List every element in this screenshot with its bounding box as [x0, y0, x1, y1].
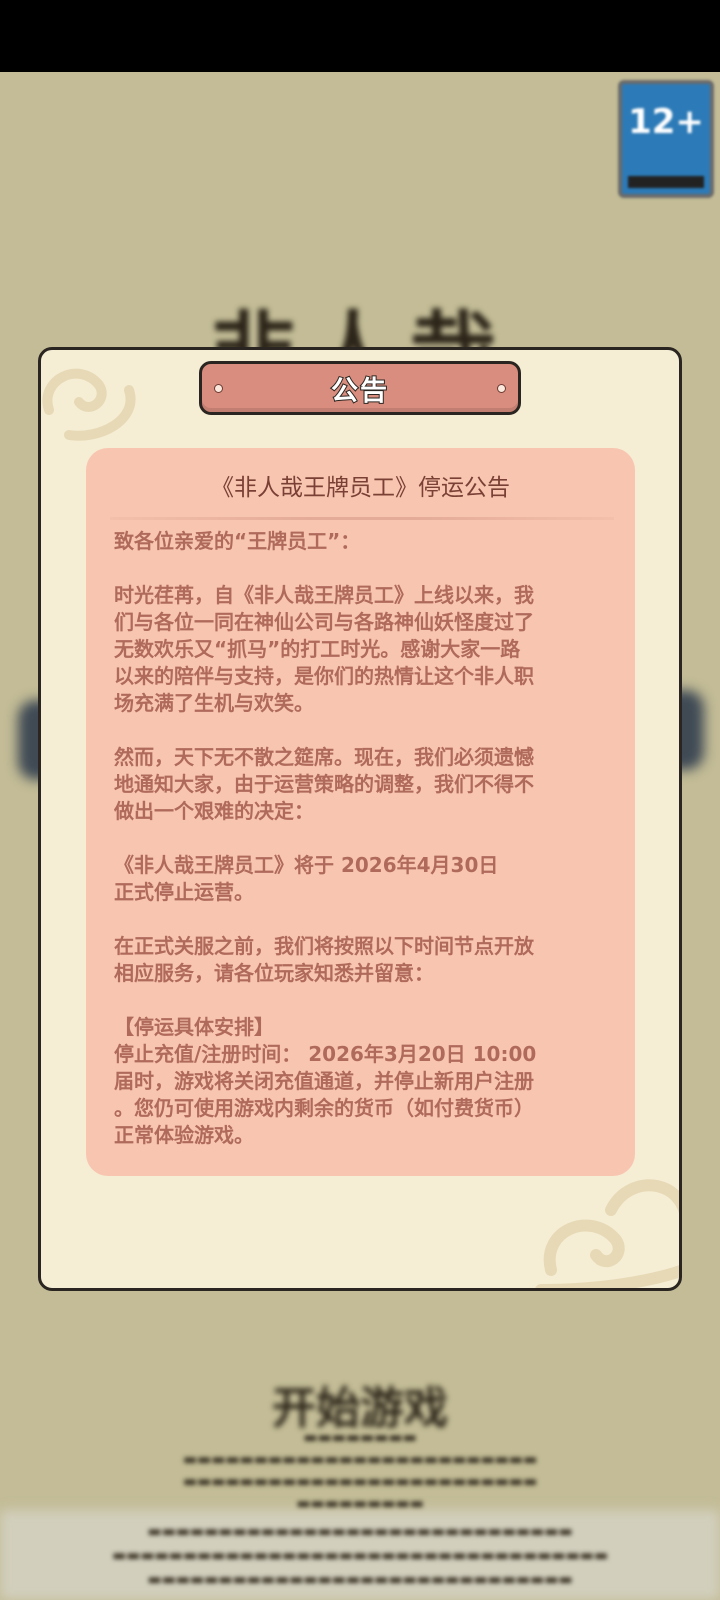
notice-line: 。您仍可使用游戏内剩余的货币（如付费货币）	[114, 1096, 534, 1120]
notice-line: 正常体验游戏。	[114, 1123, 254, 1147]
notice-paragraph: 《非人哉王牌员工》将于 2026年4月30日 正式停止运营。	[114, 852, 609, 906]
notice-line: 做出一个艰难的决定：	[114, 799, 314, 823]
age-rating-footer	[628, 176, 704, 188]
heading-divider	[110, 517, 614, 520]
notice-line: 在正式关服之前，我们将按照以下时间节点开放	[114, 934, 534, 958]
banner-rivet-icon	[497, 384, 506, 393]
notice-line: 然而，天下无不散之筵席。现在，我们必须遗憾	[114, 745, 534, 769]
age-rating-badge: 12+	[618, 80, 714, 198]
status-bar	[0, 0, 720, 72]
notice-line: 【停运具体安排】	[114, 1015, 274, 1039]
dialog-title: 公告	[330, 375, 389, 408]
legal-text-line: ▬▬▬▬▬▬▬▬	[303, 1428, 417, 1446]
notice-line: 停止充值/注册时间： 2026年3月20日 10:00	[114, 1042, 537, 1066]
notice-line: 无数欢乐又“抓马”的打工时光。感谢大家一路	[114, 637, 521, 661]
notice-line: 场充满了生机与欢笑。	[114, 691, 314, 715]
notice-line: 致各位亲爱的“王牌员工”：	[114, 529, 361, 553]
notice-paragraph: 然而，天下无不散之筵席。现在，我们必须遗憾 地通知大家，由于运营策略的调整，我们不…	[114, 744, 609, 825]
start-game-button: 开始游戏	[272, 1383, 448, 1434]
legal-text-line: ▬▬▬▬▬▬▬▬▬▬▬▬▬▬▬▬▬▬▬▬▬▬▬▬▬▬▬▬▬▬▬▬▬▬▬	[111, 1546, 609, 1564]
notice-heading: 《非人哉王牌员工》停运公告	[211, 475, 510, 501]
notice-body-scroll[interactable]: 致各位亲爱的“王牌员工”： 时光荏苒，自《非人哉王牌员工》上线以来，我 们与各位一同…	[114, 528, 609, 1160]
notice-line: 《非人哉王牌员工》将于 2026年4月30日	[114, 853, 499, 877]
notice-paragraph: 致各位亲爱的“王牌员工”：	[114, 528, 609, 555]
notice-paragraph: 时光荏苒，自《非人哉王牌员工》上线以来，我 们与各位一同在神仙公司与各路神仙妖怪度…	[114, 582, 609, 717]
notice-paragraph: 在正式关服之前，我们将按照以下时间节点开放 相应服务，请各位玩家知悉并留意：	[114, 933, 609, 987]
legal-text-line: ▬▬▬▬▬▬▬▬▬▬▬▬▬▬▬▬▬▬▬▬▬▬▬▬▬	[182, 1472, 538, 1490]
legal-text-line: ▬▬▬▬▬▬▬▬▬▬▬▬▬▬▬▬▬▬▬▬▬▬▬▬▬	[182, 1450, 538, 1468]
legal-text-line: ▬▬▬▬▬▬▬▬▬▬▬▬▬▬▬▬▬▬▬▬▬▬▬▬▬▬▬▬▬▬	[147, 1522, 573, 1540]
notice-line: 地通知大家，由于运营策略的调整，我们不得不	[114, 772, 534, 796]
notice-line: 们与各位一同在神仙公司与各路神仙妖怪度过了	[114, 610, 534, 634]
notice-card: 《非人哉王牌员工》停运公告 致各位亲爱的“王牌员工”： 时光荏苒，自《非人哉王牌员…	[86, 448, 635, 1176]
cloud-ornament-icon	[42, 368, 136, 441]
notice-line: 时光荏苒，自《非人哉王牌员工》上线以来，我	[114, 583, 534, 607]
notice-line: 正式停止运营。	[114, 880, 254, 904]
legal-text-line: ▬▬▬▬▬▬▬▬▬	[296, 1494, 424, 1512]
legal-text-line: ▬▬▬▬▬▬▬▬▬▬▬▬▬▬▬▬▬▬▬▬▬▬▬▬▬▬▬▬▬▬	[147, 1570, 573, 1588]
age-rating-text: 12+	[628, 102, 704, 142]
notice-line: 届时，游戏将关闭充值通道，并停止新用户注册	[114, 1069, 534, 1093]
notice-paragraph: 【停运具体安排】停止充值/注册时间： 2026年3月20日 10:00 届时，游戏…	[114, 1014, 609, 1149]
dialog-title-banner: 公告	[199, 361, 521, 415]
notice-line: 以来的陪伴与支持，是你们的热情让这个非人职	[114, 664, 534, 688]
notice-line: 相应服务，请各位玩家知悉并留意：	[114, 961, 434, 985]
